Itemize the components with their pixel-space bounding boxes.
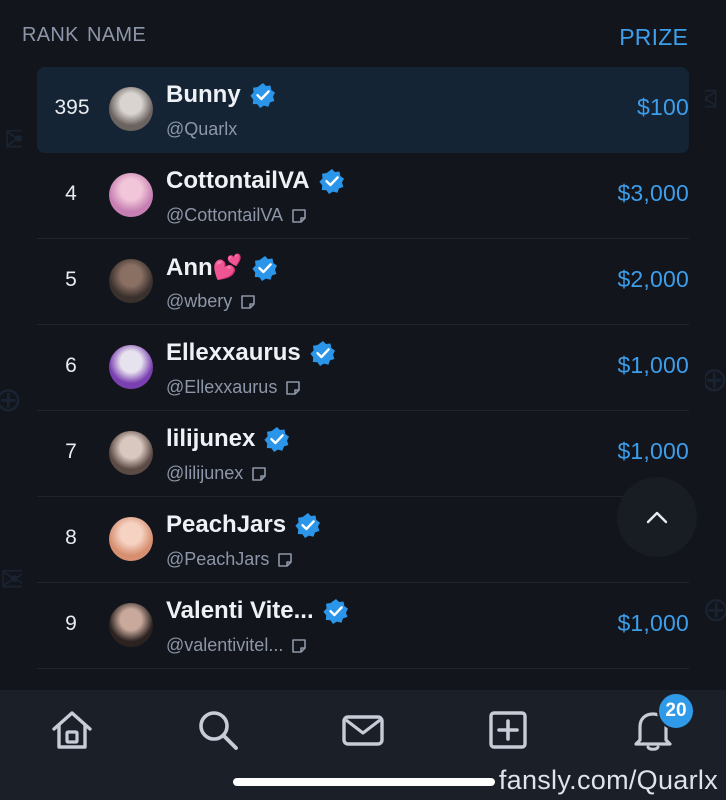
prize-amount: $1,000: [617, 438, 689, 464]
nav-messages[interactable]: [339, 706, 387, 754]
display-name[interactable]: Ann💕: [166, 253, 278, 282]
nav-search[interactable]: [194, 706, 242, 754]
display-name-text: Bunny: [166, 81, 241, 108]
avatar[interactable]: [109, 173, 153, 217]
verified-badge-icon: [251, 255, 277, 281]
rank-column-header: RANK: [22, 24, 79, 46]
home-indicator[interactable]: [233, 778, 495, 786]
avatar[interactable]: [109, 259, 153, 303]
mail-icon: [342, 715, 384, 746]
display-name[interactable]: Ellexxaurus: [166, 339, 336, 367]
display-name-text: Valenti Vite...: [166, 597, 314, 624]
leaderboard-row[interactable]: 4 CottontailVA @CottontailVA $3,000: [37, 153, 689, 239]
note-icon[interactable]: [251, 466, 267, 482]
avatar[interactable]: [109, 517, 153, 561]
nav-home[interactable]: [48, 706, 96, 754]
add-post-icon: [489, 711, 527, 749]
leaderboard-row[interactable]: 5 Ann💕 @wbery $2,000: [37, 239, 689, 325]
username-text: @Ellexxaurus: [166, 377, 278, 397]
leaderboard-row[interactable]: 8 PeachJars @PeachJars $: [37, 497, 689, 583]
note-icon[interactable]: [240, 294, 256, 310]
display-name-text: Ann💕: [166, 254, 243, 281]
search-icon: [199, 711, 238, 750]
prize-amount: $2,000: [617, 266, 689, 292]
chevron-up-icon: [646, 511, 668, 524]
username-handle[interactable]: @CottontailVA: [166, 205, 307, 226]
username-text: @Quarlx: [166, 119, 238, 139]
note-icon[interactable]: [291, 638, 307, 654]
username-text: @lilijunex: [166, 463, 244, 483]
display-name[interactable]: PeachJars: [166, 511, 321, 539]
verified-badge-icon: [310, 341, 335, 366]
username-handle[interactable]: @wbery: [166, 291, 256, 312]
display-name[interactable]: Valenti Vite...: [166, 597, 349, 625]
prize-amount: $1,000: [617, 352, 689, 378]
leaderboard-row[interactable]: 6 Ellexxaurus @Ellexxaurus $1,000: [37, 325, 689, 411]
verified-badge-icon: [250, 83, 275, 108]
username-text: @CottontailVA: [166, 205, 283, 225]
display-name-text: lilijunex: [166, 425, 256, 452]
rank-number: 8: [65, 526, 77, 549]
rank-number: 9: [65, 612, 77, 635]
avatar[interactable]: [109, 603, 153, 647]
rank-number: 395: [54, 96, 90, 119]
display-name-text: CottontailVA: [166, 167, 310, 194]
watermark-text: fansly.com/Quarlx: [498, 765, 718, 795]
avatar[interactable]: [109, 431, 153, 475]
name-column-header: NAME: [87, 24, 146, 46]
notification-count-badge: 20: [657, 692, 695, 730]
username-text: @valentivitel...: [166, 635, 284, 655]
nav-create-post[interactable]: [484, 706, 532, 754]
home-icon: [52, 711, 92, 749]
display-name-text: Ellexxaurus: [166, 339, 301, 366]
verified-badge-icon: [318, 169, 344, 194]
leaderboard-row[interactable]: 9 Valenti Vite... @valentivitel... $1,00…: [37, 583, 689, 669]
verified-badge-icon: [295, 513, 321, 538]
username-handle[interactable]: @valentivitel...: [166, 635, 307, 656]
rank-number: 4: [65, 182, 77, 205]
row-divider: [37, 668, 689, 669]
note-icon[interactable]: [291, 208, 307, 224]
display-name[interactable]: Bunny: [166, 81, 276, 109]
note-icon[interactable]: [277, 552, 293, 568]
leaderboard-row[interactable]: 7 lilijunex @lilijunex $1,000: [37, 411, 689, 497]
display-name[interactable]: lilijunex: [166, 425, 290, 453]
rank-number: 5: [65, 268, 77, 291]
username-handle[interactable]: @Quarlx: [166, 119, 237, 140]
username-handle[interactable]: @lilijunex: [166, 463, 267, 484]
prize-amount: $1,000: [617, 610, 689, 636]
leaderboard-header: RANK NAME PRIZE: [22, 24, 688, 50]
verified-badge-icon: [264, 427, 290, 452]
username-text: @wbery: [166, 291, 233, 311]
avatar[interactable]: [109, 345, 153, 389]
prize-amount: $100: [637, 94, 689, 120]
prize-amount: $3,000: [617, 180, 689, 206]
username-text: @PeachJars: [166, 549, 270, 569]
username-handle[interactable]: @Ellexxaurus: [166, 377, 301, 398]
username-handle[interactable]: @PeachJars: [166, 549, 293, 570]
note-icon[interactable]: [285, 380, 301, 396]
prize-column-header: PRIZE: [619, 24, 688, 50]
rank-number: 7: [65, 440, 77, 463]
display-name[interactable]: CottontailVA: [166, 167, 345, 195]
scroll-to-top-button[interactable]: [617, 477, 697, 557]
avatar[interactable]: [109, 87, 153, 131]
verified-badge-icon: [323, 599, 348, 624]
rank-number: 6: [65, 354, 77, 377]
my-rank-row[interactable]: 395 Bunny @Quarlx $100: [37, 67, 689, 153]
display-name-text: PeachJars: [166, 511, 287, 538]
